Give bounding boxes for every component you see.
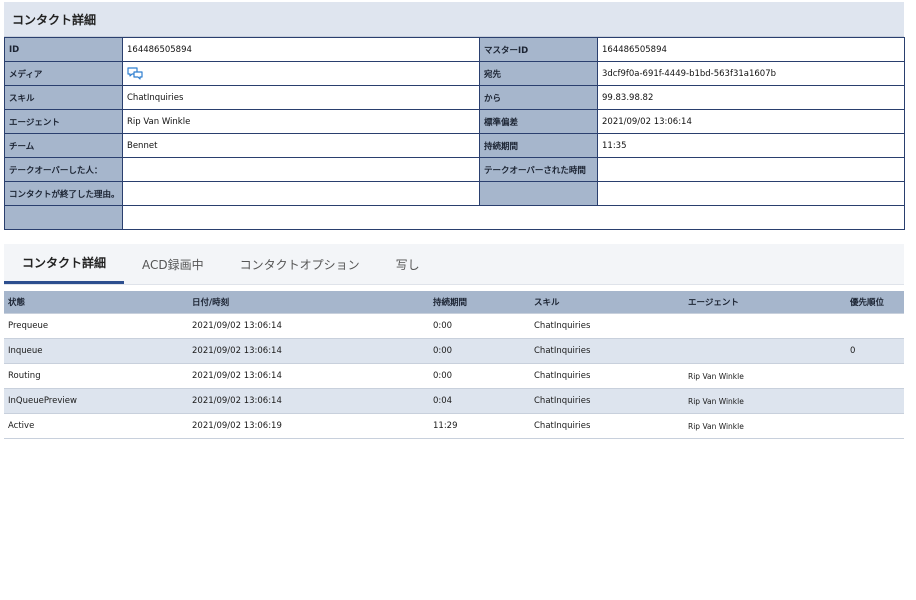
agent-value: Rip Van Winkle bbox=[122, 109, 480, 134]
takeover-time-value bbox=[597, 157, 905, 182]
empty-label bbox=[479, 181, 598, 206]
id-value: 164486505894 bbox=[122, 37, 480, 62]
table-row[interactable]: Inqueue 2021/09/02 13:06:14 0:00 ChatInq… bbox=[4, 339, 904, 364]
contact-details-panel: コンタクト詳細 ID 164486505894 マスターID 164486505… bbox=[4, 2, 905, 439]
tab-bar: コンタクト詳細 ACD録画中 コンタクトオプション 写し bbox=[4, 244, 904, 285]
end-reason-value bbox=[122, 181, 480, 206]
agent-label: エージェント bbox=[4, 109, 123, 134]
datetime-cell: 2021/09/02 13:06:14 bbox=[192, 371, 282, 381]
duration-value: 11:35 bbox=[597, 133, 905, 158]
column-header-state[interactable]: 状態 bbox=[4, 296, 192, 308]
media-value bbox=[122, 61, 480, 86]
details-row: スキル ChatInquiries から 99.83.98.82 bbox=[4, 85, 905, 110]
skill-cell: ChatInquiries bbox=[534, 396, 591, 406]
duration-cell: 11:29 bbox=[433, 421, 458, 431]
details-row: エージェント Rip Van Winkle 標準偏差 2021/09/02 13… bbox=[4, 109, 905, 134]
media-label: メディア bbox=[4, 61, 123, 86]
destination-label: 宛先 bbox=[479, 61, 598, 86]
details-row bbox=[4, 205, 905, 230]
section-gap bbox=[4, 230, 904, 244]
priority-cell: 0 bbox=[850, 346, 856, 356]
takeover-time-label: テークオーバーされた時間 bbox=[479, 157, 598, 182]
table-row[interactable]: InQueuePreview 2021/09/02 13:06:14 0:04 … bbox=[4, 389, 904, 414]
state-cell: Inqueue bbox=[8, 346, 43, 356]
tab-transcript[interactable]: 写し bbox=[378, 244, 438, 284]
state-cell: Active bbox=[8, 421, 35, 431]
empty-value bbox=[597, 181, 905, 206]
master-id-label: マスターID bbox=[479, 37, 598, 62]
datetime-cell: 2021/09/02 13:06:19 bbox=[192, 421, 282, 431]
skill-label: スキル bbox=[4, 85, 123, 110]
from-label: から bbox=[479, 85, 598, 110]
end-reason-label: コンタクトが終了した理由。 bbox=[4, 181, 123, 206]
empty-label bbox=[4, 205, 123, 230]
table-row[interactable]: Active 2021/09/02 13:06:19 11:29 ChatInq… bbox=[4, 414, 904, 439]
master-id-value: 164486505894 bbox=[597, 37, 905, 62]
column-header-agent[interactable]: エージェント bbox=[688, 296, 850, 308]
taken-over-by-value bbox=[122, 157, 480, 182]
skill-value: ChatInquiries bbox=[122, 85, 480, 110]
table-row[interactable]: Routing 2021/09/02 13:06:14 0:00 ChatInq… bbox=[4, 364, 904, 389]
skill-cell: ChatInquiries bbox=[534, 421, 591, 431]
state-cell: Prequeue bbox=[8, 321, 49, 331]
details-row: チーム Bennet 持続期間 11:35 bbox=[4, 133, 905, 158]
table-row[interactable]: Prequeue 2021/09/02 13:06:14 0:00 ChatIn… bbox=[4, 314, 904, 339]
column-header-skill[interactable]: スキル bbox=[534, 296, 688, 308]
duration-label: 持続期間 bbox=[479, 133, 598, 158]
history-table: 状態 日付/時刻 持続期間 スキル エージェント 優先順位 Prequeue 2… bbox=[4, 291, 904, 439]
agent-cell: Rip Van Winkle bbox=[688, 371, 744, 381]
id-label: ID bbox=[4, 37, 123, 62]
taken-over-by-label: テークオーバーした人： bbox=[4, 157, 123, 182]
state-cell: Routing bbox=[8, 371, 41, 381]
details-row: テークオーバーした人： テークオーバーされた時間 bbox=[4, 157, 905, 182]
team-label: チーム bbox=[4, 133, 123, 158]
page-title: コンタクト詳細 bbox=[4, 2, 904, 37]
tab-contact-details[interactable]: コンタクト詳細 bbox=[4, 244, 125, 284]
destination-value: 3dcf9f0a-691f-4449-b1bd-563f31a1607b bbox=[597, 61, 905, 86]
duration-cell: 0:04 bbox=[433, 396, 453, 406]
standard-deviation-value: 2021/09/02 13:06:14 bbox=[597, 109, 905, 134]
tab-acd-recording[interactable]: ACD録画中 bbox=[124, 244, 222, 284]
duration-cell: 0:00 bbox=[433, 346, 453, 356]
column-header-datetime[interactable]: 日付/時刻 bbox=[192, 296, 433, 308]
datetime-cell: 2021/09/02 13:06:14 bbox=[192, 321, 282, 331]
duration-cell: 0:00 bbox=[433, 371, 453, 381]
details-row: メディア 宛先 3dcf9f0a-691f-4449-b1bd-563f31a1… bbox=[4, 61, 905, 86]
table-header: 状態 日付/時刻 持続期間 スキル エージェント 優先順位 bbox=[4, 291, 904, 314]
team-value: Bennet bbox=[122, 133, 480, 158]
datetime-cell: 2021/09/02 13:06:14 bbox=[192, 346, 282, 356]
chat-bubbles-icon[interactable] bbox=[127, 67, 143, 80]
skill-cell: ChatInquiries bbox=[534, 346, 591, 356]
details-row: コンタクトが終了した理由。 bbox=[4, 181, 905, 206]
duration-cell: 0:00 bbox=[433, 321, 453, 331]
from-value: 99.83.98.82 bbox=[597, 85, 905, 110]
state-cell: InQueuePreview bbox=[8, 396, 77, 406]
standard-deviation-label: 標準偏差 bbox=[479, 109, 598, 134]
empty-value bbox=[122, 205, 905, 230]
agent-cell: Rip Van Winkle bbox=[688, 396, 744, 406]
tab-contact-options[interactable]: コンタクトオプション bbox=[222, 244, 378, 284]
column-header-priority[interactable]: 優先順位 bbox=[850, 296, 904, 308]
agent-cell: Rip Van Winkle bbox=[688, 421, 744, 431]
column-header-duration[interactable]: 持続期間 bbox=[433, 296, 534, 308]
details-table: ID 164486505894 マスターID 164486505894 メディア… bbox=[4, 37, 905, 230]
skill-cell: ChatInquiries bbox=[534, 321, 591, 331]
details-row: ID 164486505894 マスターID 164486505894 bbox=[4, 37, 905, 62]
datetime-cell: 2021/09/02 13:06:14 bbox=[192, 396, 282, 406]
skill-cell: ChatInquiries bbox=[534, 371, 591, 381]
